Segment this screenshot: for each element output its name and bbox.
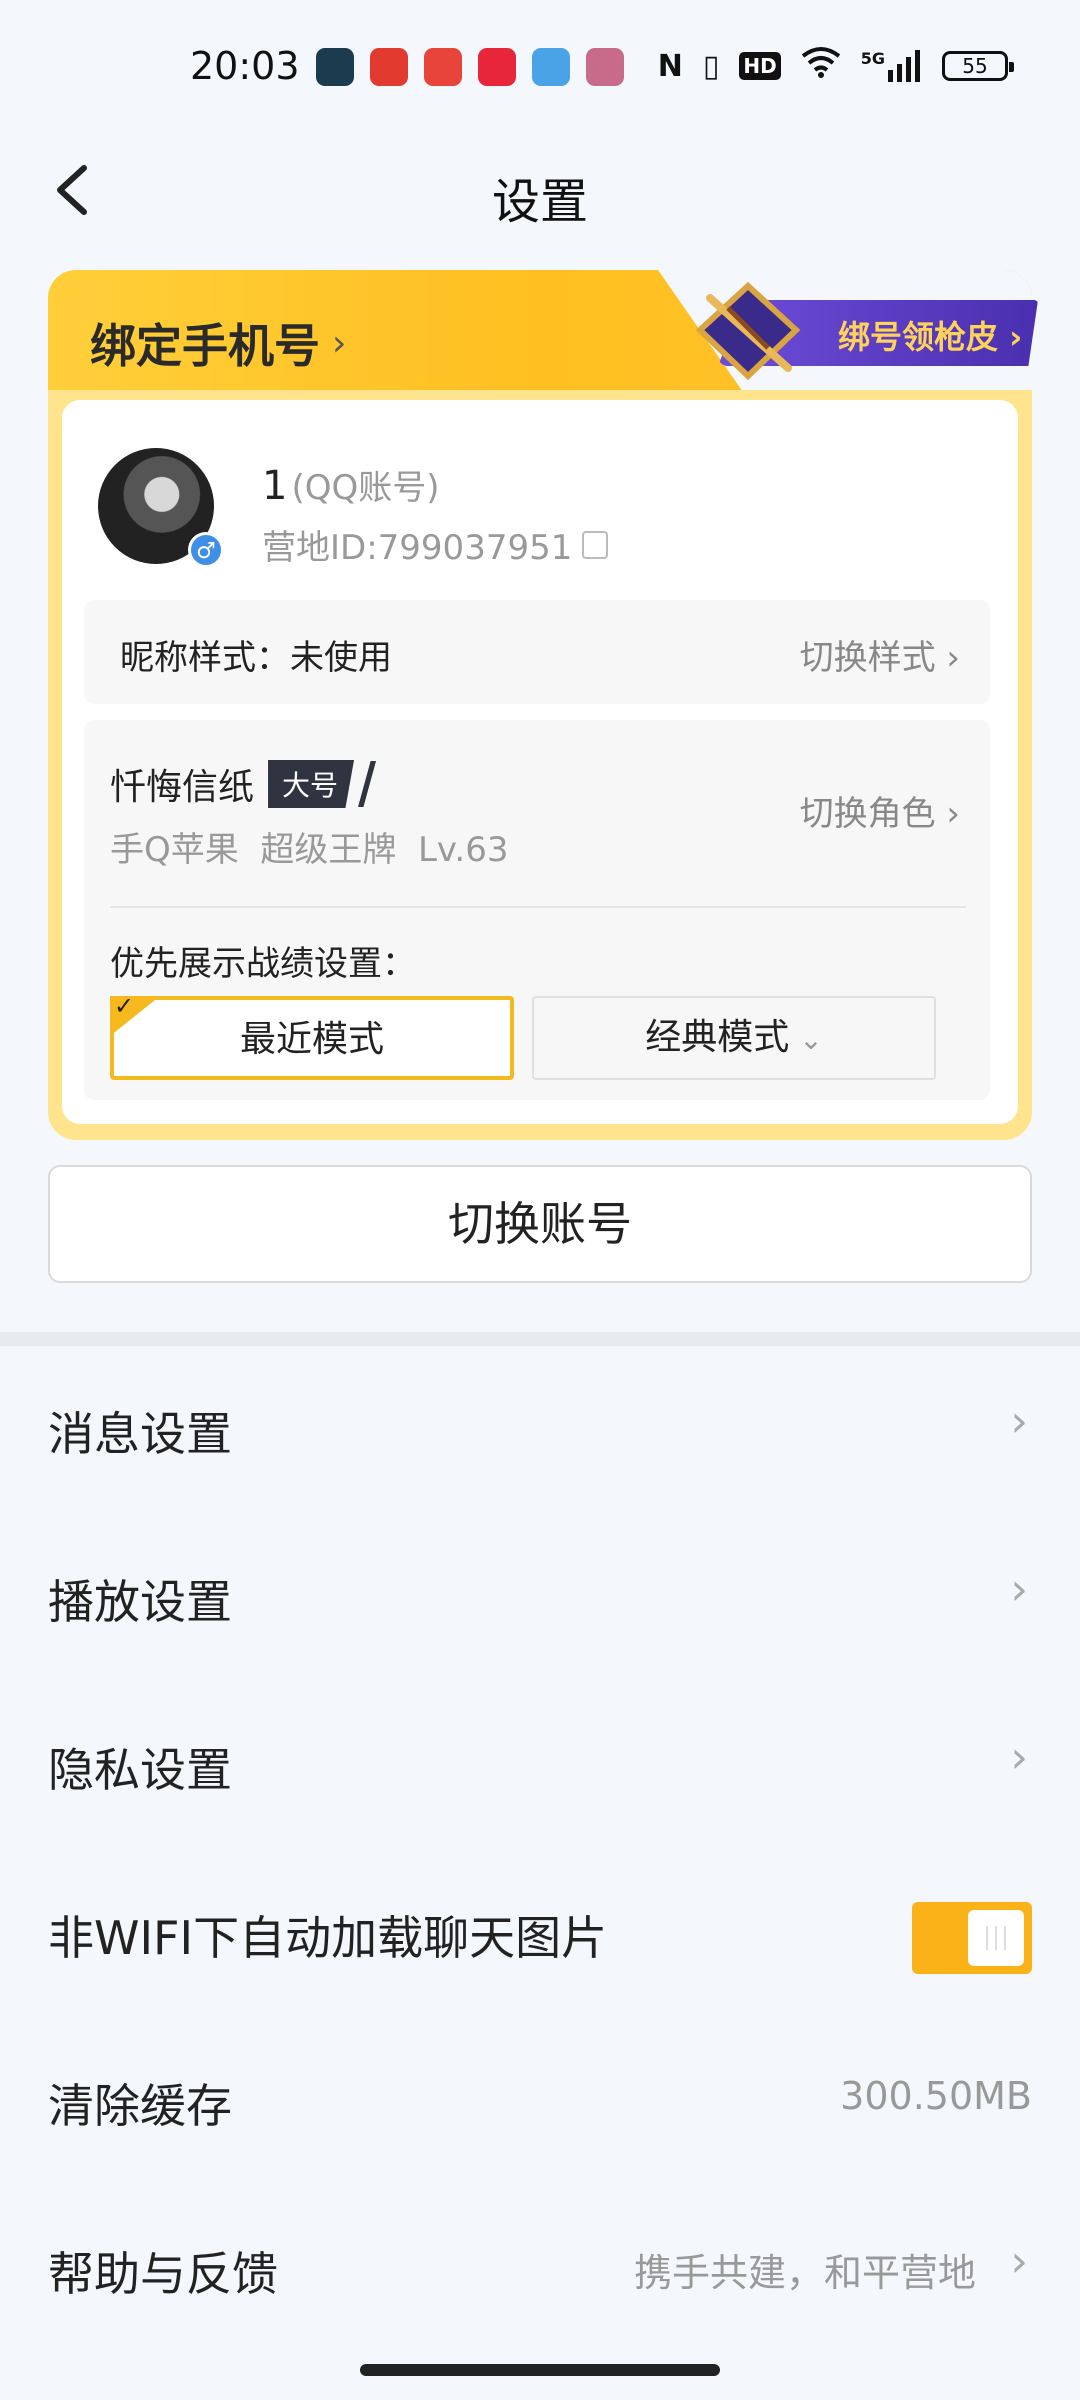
role-name: 忏悔信纸 (110, 767, 255, 808)
account-card: 绑定手机号 › 绑号领枪皮 › ♂ 1 (QQ账号) 营地ID:799037951… (48, 270, 1038, 1140)
classic-mode-dropdown[interactable]: 经典模式 ⌄ (532, 996, 936, 1080)
switch-account-button[interactable]: 切换账号 (48, 1165, 1032, 1283)
help-slogan: 携手共建，和平营地 (633, 2251, 976, 2295)
wifi-images-toggle[interactable] (912, 1902, 1032, 1974)
promo-label: 绑号领枪皮 › (838, 318, 1023, 356)
chevron-right-icon: › (946, 638, 960, 678)
chevron-right-icon: › (332, 322, 347, 364)
main-account-badge: 大号 (268, 760, 355, 808)
nickname-style-label: 昵称样式：未使用 (120, 638, 392, 678)
app-notification-icon (532, 48, 570, 86)
account-name: 1 (QQ账号) (262, 463, 440, 509)
setting-label: 播放设置 (48, 1575, 232, 1629)
network-type: 5G (860, 49, 885, 68)
status-time: 20:03 (190, 44, 300, 88)
chevron-right-icon: › (1010, 2236, 1028, 2287)
chevron-right-icon: › (1010, 1732, 1028, 1783)
role-panel: 忏悔信纸 大号 手Q苹果 超级王牌 Lv.63 切换角色 › 优先展示战绩设置：… (84, 720, 990, 1100)
status-bar: 20:03 N ▯ HD 5G 55 (0, 0, 1080, 135)
chevron-down-icon: ⌄ (799, 1023, 823, 1056)
app-notification-icon (424, 48, 462, 86)
setting-label: 消息设置 (48, 1407, 232, 1461)
page-title: 设置 (491, 174, 588, 230)
chevron-right-icon: › (1010, 1564, 1028, 1615)
system-icons: N ▯ HD 5G 55 (657, 46, 1014, 86)
male-icon: ♂ (188, 532, 224, 568)
nfc-icon: N (657, 48, 683, 84)
bind-phone-label: 绑定手机号 (90, 319, 320, 373)
app-notification-icon (370, 48, 408, 86)
priority-display-label: 优先展示战绩设置： (110, 944, 416, 984)
help-feedback-row[interactable]: 帮助与反馈 携手共建，和平营地 › (0, 2186, 1080, 2354)
copy-icon[interactable] (582, 530, 609, 559)
wifi-images-row: 非WIFI下自动加载聊天图片 (0, 1850, 1080, 2018)
role-detail: 手Q苹果 超级王牌 Lv.63 (110, 830, 509, 870)
bind-phone-link[interactable]: 绑定手机号 › (90, 310, 346, 376)
notification-app-icons (316, 48, 624, 86)
setting-label: 隐私设置 (48, 1743, 232, 1797)
app-notification-icon (316, 48, 354, 86)
section-divider (0, 1332, 1080, 1346)
clear-cache-row[interactable]: 清除缓存 300.50MB (0, 2018, 1080, 2186)
cache-size: 300.50MB (840, 2074, 1032, 2118)
battery-icon: 55 (942, 51, 1014, 81)
chevron-right-icon: › (946, 794, 960, 834)
app-notification-icon (478, 48, 516, 86)
nickname-style-row[interactable]: 昵称样式：未使用 切换样式 › (84, 600, 990, 704)
vibrate-icon: ▯ (702, 48, 720, 84)
setting-label: 帮助与反馈 (48, 2247, 278, 2301)
checkmark-icon: ✓ (110, 996, 160, 1036)
switch-role-link[interactable]: 切换角色 › (800, 786, 960, 835)
switch-style-link[interactable]: 切换样式 › (800, 630, 960, 679)
hd-icon: HD (739, 52, 781, 80)
setting-label: 清除缓存 (48, 2079, 232, 2133)
chevron-right-icon: › (1010, 1396, 1028, 1447)
app-notification-icon (586, 48, 624, 86)
privacy-settings-row[interactable]: 隐私设置 › (0, 1682, 1080, 1850)
camp-id: 营地ID:799037951 (262, 520, 609, 569)
home-indicator[interactable] (360, 2364, 720, 2376)
settings-list: 消息设置 › 播放设置 › 隐私设置 › 非WIFI下自动加载聊天图片 清除缓存… (0, 1346, 1080, 2354)
playback-settings-row[interactable]: 播放设置 › (0, 1514, 1080, 1682)
recent-mode-button[interactable]: ✓ 最近模式 (110, 996, 514, 1080)
role-name-row: 忏悔信纸 大号 (110, 758, 377, 810)
message-settings-row[interactable]: 消息设置 › (0, 1346, 1080, 1514)
top-bar: 设置 (0, 140, 1080, 240)
signal-icon: 5G (860, 49, 922, 82)
toggle-knob (968, 1910, 1024, 1966)
wifi-icon (801, 46, 841, 86)
setting-label: 非WIFI下自动加载聊天图片 (48, 1911, 608, 1965)
gun-skin-badge-icon (695, 281, 801, 381)
